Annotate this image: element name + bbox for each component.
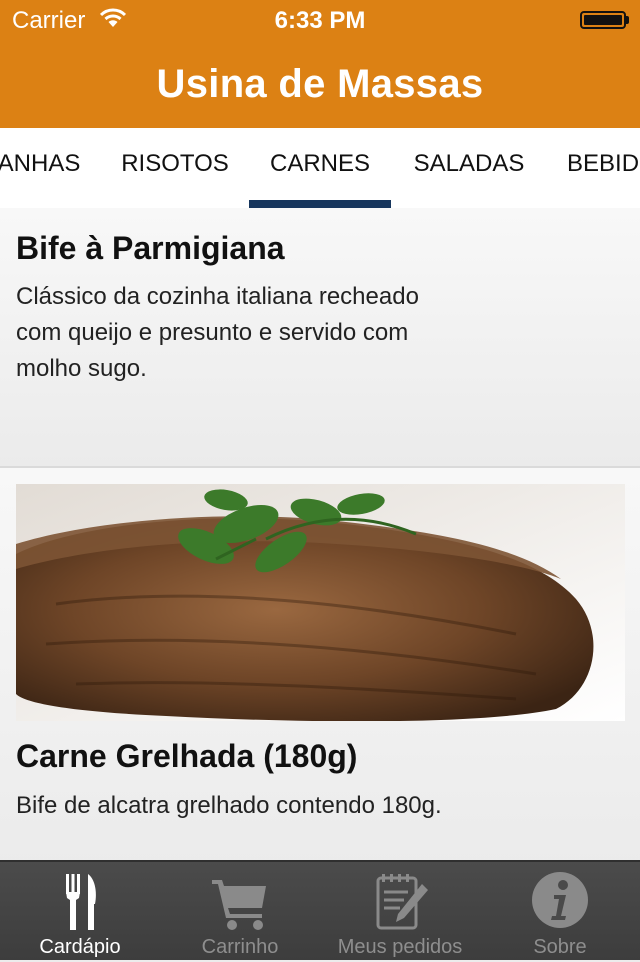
dish-name: Carne Grelhada (180g) — [16, 738, 358, 774]
dish-card[interactable]: Bife à Parmigiana Clássico da cozinha it… — [0, 208, 640, 468]
tab-meus-pedidos[interactable]: Meus pedidos — [320, 862, 480, 962]
page-title: Usina de Massas — [156, 62, 484, 106]
selected-tab-indicator — [249, 200, 391, 208]
tab-label: Carrinho — [201, 936, 279, 958]
tab-label: Cardápio — [39, 936, 121, 958]
tab-sobre[interactable]: Sobre — [480, 862, 640, 962]
grilled-steak-photo — [16, 484, 625, 721]
dish-description: Clássico da cozinha italiana recheado co… — [16, 283, 419, 382]
dish-description: Bife de alcatra grelhado contendo 180g. — [16, 792, 442, 819]
cart-icon — [212, 880, 266, 930]
dish-name: Bife à Parmigiana — [16, 230, 285, 266]
tab-label: Sobre — [533, 936, 587, 958]
tab-risotos[interactable]: RISOTOS — [104, 128, 246, 208]
tab-label: Meus pedidos — [337, 936, 463, 958]
status-bar: Carrier 6:33 PM — [0, 0, 640, 40]
battery-nub — [626, 16, 629, 24]
fork-knife-icon — [66, 874, 96, 930]
tab-carnes[interactable]: CARNES — [249, 128, 391, 208]
battery-icon — [580, 11, 626, 29]
category-tabs: ANHAS RISOTOS CARNES SALADAS BEBID — [0, 128, 640, 208]
dish-list: Bife à Parmigiana Clássico da cozinha it… — [0, 208, 640, 860]
dish-card[interactable]: Carne Grelhada (180g) Bife de alcatra gr… — [0, 468, 640, 860]
app-header: Carrier 6:33 PM Usina de Massas — [0, 0, 640, 128]
bottom-tab-bar: Cardápio Carrinho Meus pedidos Sobre — [0, 860, 640, 960]
tab-cardapio[interactable]: Cardápio — [0, 862, 160, 962]
notepad-pencil-icon — [376, 874, 428, 930]
status-time: 6:33 PM — [274, 7, 366, 34]
tab-bebidas[interactable]: BEBID — [567, 128, 640, 208]
tab-saladas[interactable]: SALADAS — [396, 128, 542, 208]
tab-lasanhas[interactable]: ANHAS — [0, 128, 82, 208]
info-icon — [532, 872, 588, 928]
tab-carrinho[interactable]: Carrinho — [160, 862, 320, 962]
